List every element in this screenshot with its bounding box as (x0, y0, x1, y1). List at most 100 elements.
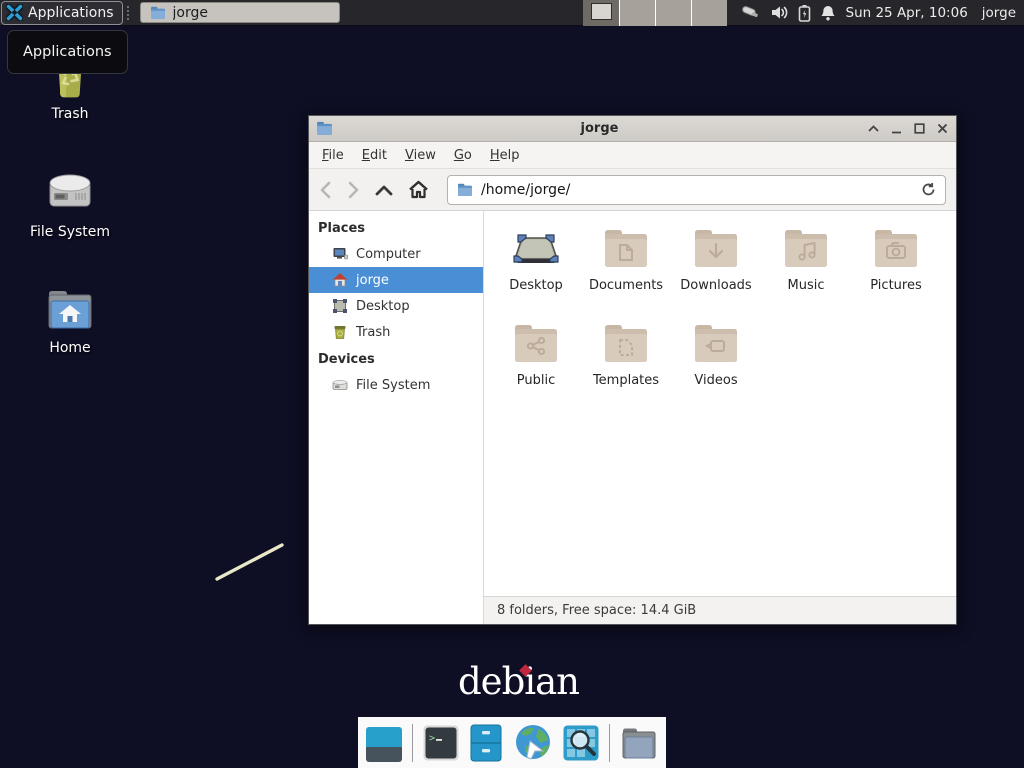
desktop-icon-label: Trash (52, 106, 89, 122)
file-item-desktop[interactable]: Desktop (491, 223, 581, 318)
directory-menu-icon[interactable] (619, 723, 659, 763)
trash-small-icon (332, 324, 348, 340)
computer-icon (332, 246, 348, 262)
home-button[interactable] (408, 180, 429, 199)
home-folder-icon (44, 286, 96, 334)
path-bar[interactable]: /home/jorge/ (447, 175, 946, 205)
battery-icon[interactable] (798, 4, 811, 22)
file-label: Public (517, 373, 555, 388)
panel-grip-handle[interactable] (127, 6, 135, 20)
file-label: Pictures (870, 278, 921, 293)
back-button[interactable] (319, 181, 332, 199)
menu-view[interactable]: View (405, 148, 436, 163)
top-panel: Applications jorge (0, 0, 1024, 26)
debian-logo: debian (458, 660, 579, 703)
folder-icon (150, 6, 166, 20)
file-item-downloads[interactable]: Downloads (671, 223, 761, 318)
templates-folder-icon (602, 321, 650, 365)
file-item-pictures[interactable]: Pictures (851, 223, 941, 318)
file-label: Documents (589, 278, 663, 293)
screen-artifact-line (210, 538, 300, 590)
sidebar-item-label: Trash (356, 325, 390, 340)
file-item-documents[interactable]: Documents (581, 223, 671, 318)
sidebar-item-desktop[interactable]: Desktop (309, 293, 483, 319)
file-item-public[interactable]: Public (491, 318, 581, 413)
applications-menu-button[interactable]: Applications (1, 1, 123, 25)
input-tool-icon[interactable] (739, 4, 761, 22)
menu-go[interactable]: Go (454, 148, 472, 163)
terminal-icon[interactable]: > (422, 723, 460, 763)
workspace-1-active[interactable] (583, 0, 619, 26)
panel-clock[interactable]: Sun 25 Apr, 10:06 (846, 5, 968, 21)
toolbar: /home/jorge/ (309, 169, 956, 211)
desktop-icon-label: Home (49, 340, 90, 356)
maximize-button[interactable] (912, 122, 926, 136)
window-controls (866, 122, 949, 136)
pictures-folder-icon (872, 226, 920, 270)
sidebar-item-trash[interactable]: Trash (309, 319, 483, 345)
music-folder-icon (782, 226, 830, 270)
downloads-folder-icon (692, 226, 740, 270)
file-label: Music (788, 278, 825, 293)
sidebar-item-label: jorge (356, 273, 389, 288)
taskbar-item-jorge[interactable]: jorge (140, 2, 340, 23)
dock-separator (609, 724, 610, 762)
desktop-icon-home[interactable]: Home (18, 286, 122, 356)
main-column: Desktop Documents (484, 211, 956, 624)
workspace-4[interactable] (691, 0, 727, 26)
file-label: Templates (593, 373, 659, 388)
sidebar-item-computer[interactable]: Computer (309, 241, 483, 267)
file-item-templates[interactable]: Templates (581, 318, 671, 413)
close-button[interactable] (935, 122, 949, 136)
menu-edit[interactable]: Edit (362, 148, 387, 163)
window-folder-icon (316, 121, 333, 136)
path-input[interactable]: /home/jorge/ (481, 182, 913, 198)
workspace-2[interactable] (619, 0, 655, 26)
window-titlebar[interactable]: jorge (309, 116, 956, 142)
window-title: jorge (339, 121, 860, 136)
volume-icon[interactable] (770, 4, 789, 21)
menu-help[interactable]: Help (490, 148, 520, 163)
taskbar-item-label: jorge (173, 5, 208, 21)
svg-text:>: > (429, 733, 435, 744)
applications-tooltip-text: Applications (23, 44, 112, 60)
public-folder-icon (512, 321, 560, 365)
shade-button[interactable] (866, 122, 880, 136)
menu-file[interactable]: File (322, 148, 344, 163)
statusbar: 8 folders, Free space: 14.4 GiB (484, 596, 956, 624)
reload-icon[interactable] (921, 182, 936, 197)
up-button[interactable] (375, 184, 393, 196)
sidebar-header-places: Places (309, 214, 483, 241)
statusbar-text: 8 folders, Free space: 14.4 GiB (497, 603, 696, 618)
notifications-icon[interactable] (820, 4, 836, 22)
file-manager-icon[interactable] (469, 723, 504, 763)
debian-logo-text: debian (458, 660, 579, 703)
forward-button[interactable] (347, 181, 360, 199)
workspace-3[interactable] (655, 0, 691, 26)
sidebar: Places Computer (309, 211, 484, 624)
applications-tooltip: Applications (7, 30, 128, 74)
menubar: File Edit View Go Help (309, 142, 956, 169)
web-browser-icon[interactable] (513, 723, 553, 763)
workspace-window-thumbnail (591, 3, 612, 20)
file-label: Desktop (509, 278, 563, 293)
sidebar-item-label: Desktop (356, 299, 410, 314)
file-item-videos[interactable]: Videos (671, 318, 761, 413)
videos-folder-icon (692, 321, 740, 365)
sidebar-item-jorge[interactable]: jorge (309, 267, 483, 293)
file-grid: Desktop Documents (484, 211, 956, 596)
file-label: Downloads (680, 278, 751, 293)
file-item-music[interactable]: Music (761, 223, 851, 318)
show-desktop-icon[interactable] (365, 723, 403, 763)
panel-username[interactable]: jorge (982, 5, 1016, 21)
desktop-icon-file-system[interactable]: File System (18, 166, 122, 240)
minimize-button[interactable] (889, 122, 903, 136)
sidebar-header-devices: Devices (309, 345, 483, 372)
desktop-icon (332, 298, 348, 314)
path-folder-icon (457, 183, 473, 197)
applications-menu-label: Applications (28, 5, 114, 21)
application-finder-icon[interactable] (562, 723, 600, 763)
xfce-x-icon (6, 4, 23, 21)
sidebar-item-file-system[interactable]: File System (309, 372, 483, 398)
desktop-folder-icon (512, 226, 560, 270)
